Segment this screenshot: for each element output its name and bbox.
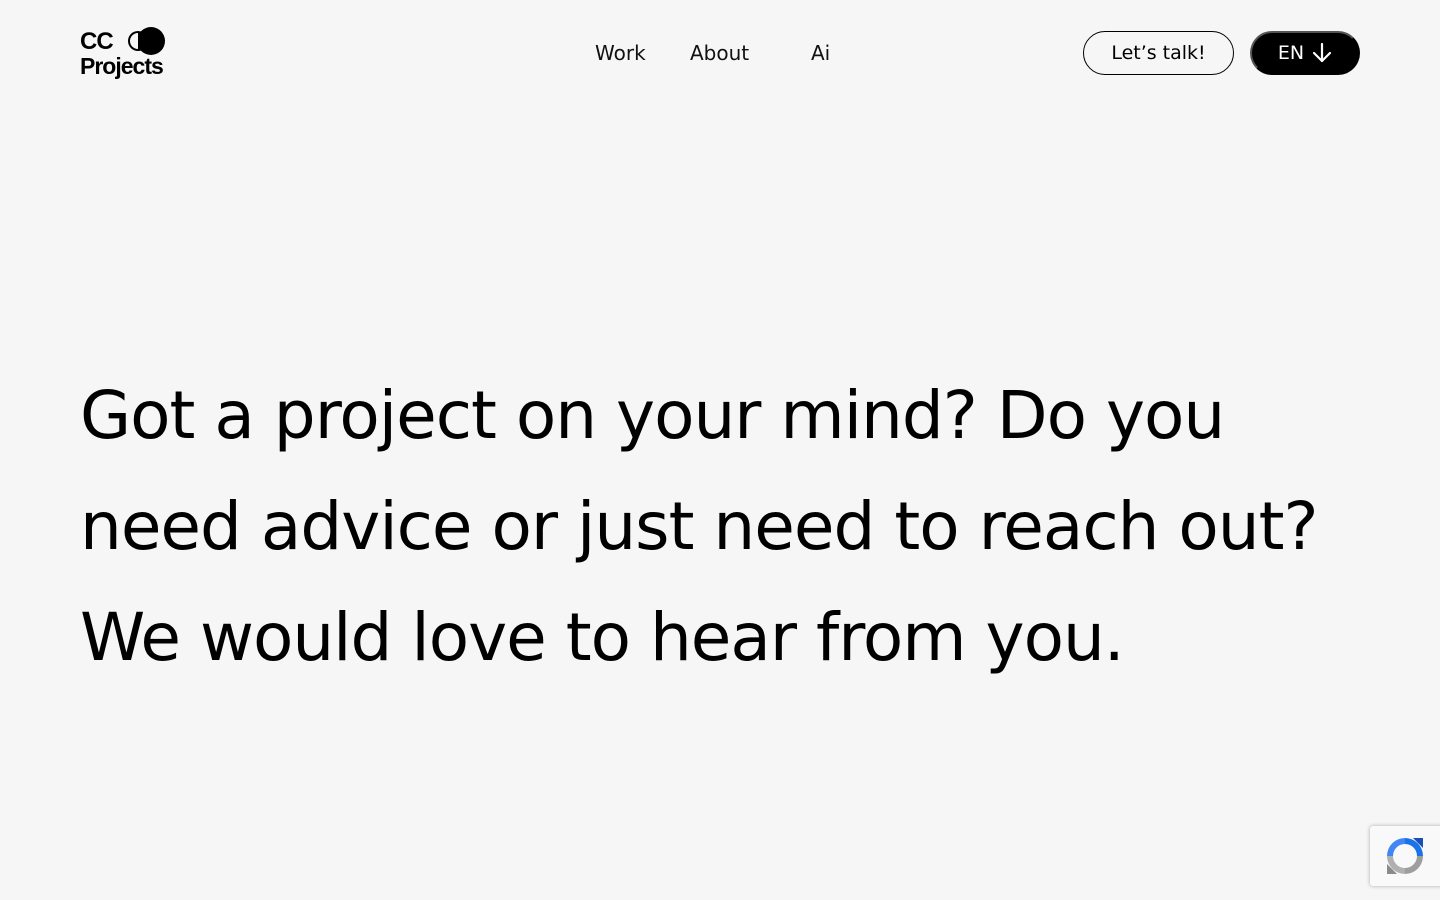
hero-headline: Got a project on your mind? Do you need … [80,377,1319,676]
language-label: EN [1277,42,1305,64]
recaptcha-badge[interactable] [1370,826,1440,886]
nav-item-about[interactable]: About [690,38,749,68]
arrow-down-icon [1313,42,1332,63]
nav-item-work[interactable]: Work [595,38,646,68]
recaptcha-icon [1387,838,1423,874]
site-header: CC Projects Work About Ai Let’s talk! EN [0,0,1440,106]
language-selector-button[interactable]: EN [1250,31,1360,75]
lets-talk-label: Let’s talk! [1111,42,1206,64]
nav-item-ai[interactable]: Ai [811,38,830,68]
lets-talk-button[interactable]: Let’s talk! [1083,31,1234,75]
